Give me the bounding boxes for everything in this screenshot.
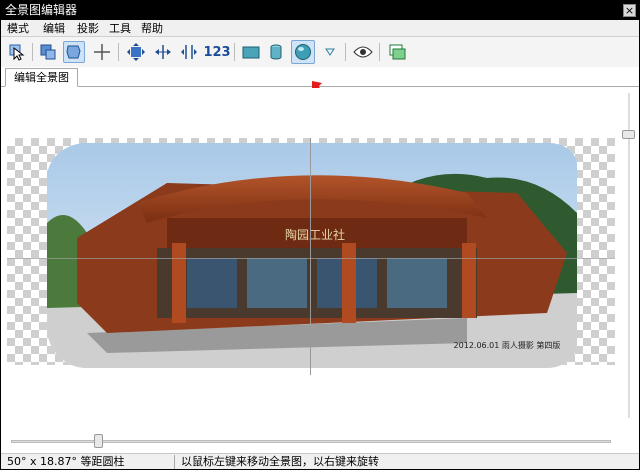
panorama-editor-window: 全景图编辑器 × 模式 编辑 投影 工具 帮助 123 编辑全景图 陶园工业社 …: [0, 0, 640, 470]
sphere-projection-button[interactable]: [291, 40, 315, 64]
rectilinear-icon: [242, 46, 260, 59]
select-cursor-icon: [9, 44, 25, 61]
center-guide: [310, 138, 311, 375]
toolbar-separator: [32, 43, 33, 61]
move-all-icon: [127, 43, 145, 61]
toolbar-separator: [379, 43, 380, 61]
sphere-icon: [295, 44, 311, 60]
stretch-horizontal-button[interactable]: [152, 41, 174, 63]
move-tool-button[interactable]: [63, 41, 85, 63]
number-button-label: 123: [203, 44, 231, 60]
projection-status: 50° x 18.87° 等距圆柱: [7, 455, 125, 468]
window-title: 全景图编辑器: [5, 3, 78, 17]
menu-mode[interactable]: 模式: [3, 21, 33, 36]
rotate-layer-icon: [40, 44, 56, 60]
status-bar: 50° x 18.87° 等距圆柱 以鼠标左键来移动全景图，以右键来旋转: [1, 453, 639, 469]
toolbar: 123: [1, 37, 639, 67]
toolbar-separator: [118, 43, 119, 61]
stretch-horizontal-icon: [155, 45, 171, 59]
select-tool-button[interactable]: [6, 41, 28, 63]
eye-icon: [353, 46, 373, 58]
photo-watermark: 2012.06.01 雨人摄影 第四版: [454, 340, 561, 350]
hint-status: 以鼠标左键来移动全景图，以右键来旋转: [181, 455, 379, 468]
cylinder-projection-button[interactable]: [265, 41, 287, 63]
move-hand-icon: [66, 45, 81, 59]
vertical-slider-thumb[interactable]: [622, 130, 635, 140]
menu-tools[interactable]: 工具: [105, 21, 135, 36]
panorama-image: 陶园工业社 2012.06.01 雨人摄影 第四版: [47, 143, 577, 368]
horizontal-slider-thumb[interactable]: [93, 434, 103, 448]
layers-icon: [389, 44, 406, 60]
projection-dropdown-button[interactable]: [319, 41, 341, 63]
layers-button[interactable]: [386, 41, 408, 63]
crosshair-tool-button[interactable]: [91, 41, 113, 63]
crosshair-icon: [94, 44, 110, 60]
stretch-button[interactable]: [178, 41, 200, 63]
toolbar-separator: [345, 43, 346, 61]
cylinder-icon: [270, 44, 282, 60]
building-sign: 陶园工业社: [285, 227, 345, 242]
title-bar: 全景图编辑器 ×: [1, 1, 639, 20]
menu-edit[interactable]: 编辑: [39, 21, 69, 36]
rectilinear-projection-button[interactable]: [240, 41, 262, 63]
menu-help[interactable]: 帮助: [137, 21, 167, 36]
move-all-button[interactable]: [125, 41, 147, 63]
close-button[interactable]: ×: [623, 4, 636, 17]
vertical-slider-track: [628, 93, 630, 418]
tab-edit-panorama[interactable]: 编辑全景图: [5, 68, 78, 87]
horizontal-zoom-slider[interactable]: [5, 433, 617, 449]
preview-button[interactable]: [352, 41, 374, 63]
dropdown-arrow-icon: [325, 48, 335, 56]
stretch-icon: [181, 45, 197, 59]
rotate-tool-button[interactable]: [37, 41, 59, 63]
toolbar-separator: [234, 43, 235, 61]
number-button[interactable]: 123: [203, 41, 231, 63]
vertical-zoom-slider[interactable]: [621, 88, 637, 423]
horizon-guide: [7, 258, 615, 259]
menu-projection[interactable]: 投影: [73, 21, 103, 36]
menu-bar: 模式 编辑 投影 工具 帮助: [1, 20, 639, 37]
status-divider: [174, 455, 175, 469]
panorama-canvas[interactable]: 陶园工业社 2012.06.01 雨人摄影 第四版: [5, 88, 620, 423]
